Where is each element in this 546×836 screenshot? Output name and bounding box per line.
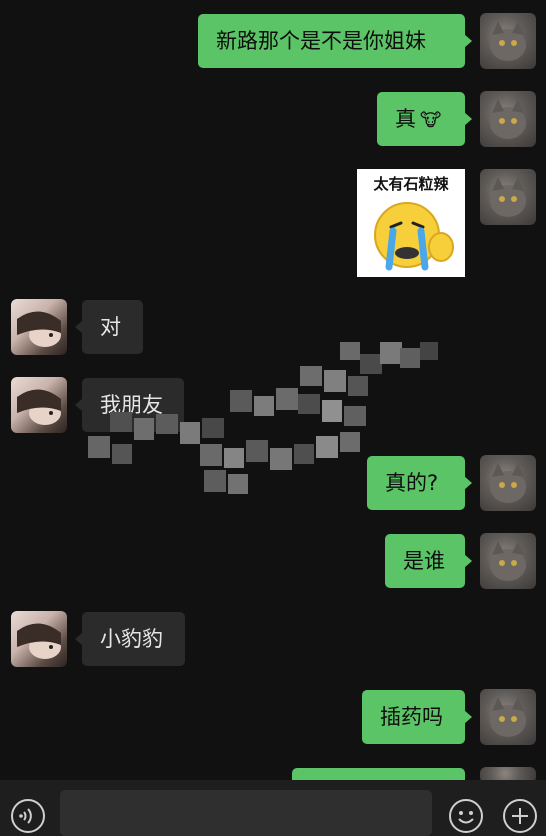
avatar-self[interactable]: [480, 169, 536, 225]
message-bubble-outgoing[interactable]: 是谁: [385, 534, 472, 588]
emoji-button[interactable]: [448, 798, 484, 834]
message-text: 新路那个是不是你姐妹: [216, 29, 426, 53]
message-bubble-outgoing[interactable]: 真 🐮: [377, 92, 472, 146]
voice-button[interactable]: [10, 798, 46, 834]
avatar-self[interactable]: [480, 455, 536, 511]
message-text: 真的?: [385, 471, 439, 495]
avatar-friend[interactable]: [11, 611, 67, 667]
voice-icon: [11, 799, 45, 833]
cow-emoji-icon: 🐮: [420, 110, 442, 131]
message-bubble-outgoing[interactable]: 真的?: [367, 456, 472, 510]
avatar-self[interactable]: [480, 533, 536, 589]
message-text: 对: [100, 315, 121, 339]
plus-button[interactable]: [502, 798, 538, 834]
avatar-friend[interactable]: [11, 299, 67, 355]
message-text: 真: [395, 107, 416, 131]
message-input[interactable]: [60, 790, 432, 836]
avatar-self[interactable]: [480, 689, 536, 745]
sticker-message[interactable]: 太有石粒辣: [357, 169, 465, 277]
avatar-self[interactable]: [480, 13, 536, 69]
message-text: 插药吗: [380, 705, 443, 729]
plus-icon: [503, 799, 537, 833]
avatar-self[interactable]: [480, 91, 536, 147]
message-bubble-outgoing[interactable]: 插药吗: [362, 690, 472, 744]
avatar-friend[interactable]: [11, 377, 67, 433]
message-bubble-incoming[interactable]: 小豹豹: [75, 612, 185, 666]
message-bubble-outgoing[interactable]: 新路那个是不是你姐妹: [198, 14, 472, 68]
message-text: 小豹豹: [100, 627, 163, 651]
crying-face-sticker-icon: [374, 202, 454, 271]
emoji-icon: [449, 799, 483, 833]
message-text: 是谁: [403, 549, 445, 573]
